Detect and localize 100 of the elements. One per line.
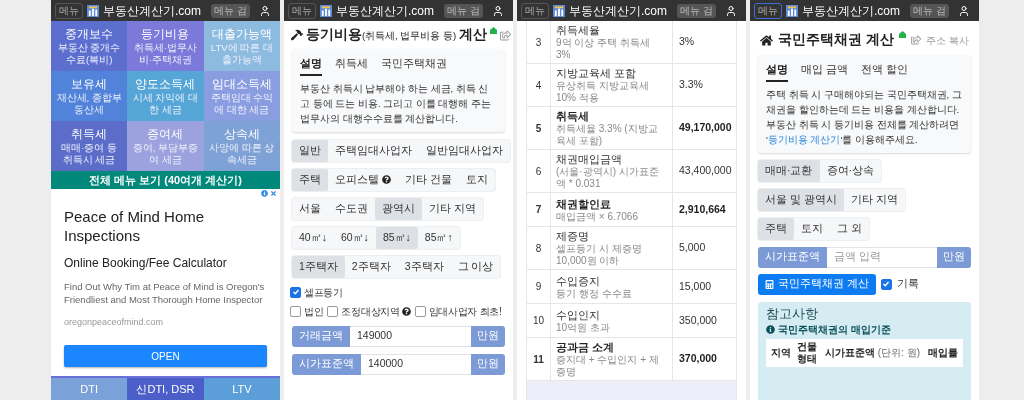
item-label: 취득세 — [556, 109, 590, 123]
option-button[interactable]: 서울 — [292, 197, 328, 220]
tab[interactable]: 전액 할인 — [861, 61, 909, 82]
open-button[interactable]: OPEN — [64, 345, 267, 367]
field-label: 시가표준액 — [758, 246, 827, 268]
menu-button[interactable]: 메뉴 — [288, 2, 316, 19]
option-button[interactable]: 60㎡↓ — [333, 226, 376, 249]
amount-field[interactable]: 금액 입력 — [827, 246, 937, 268]
row-number: 4 — [527, 64, 551, 106]
unit-label: 만원 — [471, 353, 505, 375]
option-button[interactable]: 85㎡↑ — [417, 226, 460, 249]
option-button[interactable]: 3주택자 — [397, 255, 451, 278]
site-title[interactable]: 부동산계산기.com — [802, 1, 900, 20]
amount-cell-text: 49,170,000 — [678, 120, 733, 136]
checkbox-label[interactable]: 임대사업자 최초! — [428, 304, 502, 318]
tile-title: 등기비용 — [141, 26, 190, 42]
menu-button[interactable]: 메뉴 — [521, 2, 549, 19]
row-number: 5 — [527, 107, 551, 149]
amount-cell-text: 3% — [678, 34, 696, 50]
menu-tile[interactable]: 취득세 매매·증여 등 취득시 세금 — [51, 121, 128, 171]
item-label: 공과금 소계 — [556, 340, 615, 354]
all-menu-button[interactable]: 전체 메뉴 보기 (40여개 계산기) — [51, 171, 280, 189]
item-label: 지방교육세 포함 — [556, 66, 637, 80]
option-button[interactable]: 기타 지역 — [843, 188, 905, 211]
option-button[interactable]: 그 이상 — [450, 255, 501, 278]
checkbox-label[interactable]: 셀프등기 — [304, 285, 343, 299]
menu-button[interactable]: 메뉴 — [754, 2, 782, 19]
option-button[interactable]: 서울 및 광역시 — [758, 188, 844, 211]
menu-tile[interactable]: 중개보수 부동산 중개수수료(복비) — [51, 21, 128, 71]
item-note: 등기 행정 수수료 — [556, 287, 633, 300]
item-note: 9억 이상 주택 취득세 3% — [556, 37, 651, 61]
option-button[interactable]: 2주택자 — [344, 255, 398, 278]
option-button[interactable]: 일반 — [292, 139, 328, 162]
option-button[interactable]: 증여·상속 — [819, 159, 881, 182]
amount-field[interactable]: 149000 — [350, 325, 471, 347]
option-button[interactable]: 수도권 — [328, 197, 375, 220]
menu-tile[interactable]: 보유세 재산세, 종합부동산세 — [51, 71, 128, 121]
option-button[interactable]: 40㎡↓ — [292, 226, 334, 249]
option-button[interactable]: 주택 — [758, 217, 794, 240]
item-note: 증지대 + 수입인지 + 제증명 — [556, 354, 660, 378]
row-number: 6 — [527, 150, 551, 192]
item-note: (서울·광역시) 시가표준액 * 0.031 — [556, 166, 660, 190]
loan-tab[interactable]: 신DTI, DSR — [127, 378, 204, 400]
calculate-button[interactable]: 국민주택채권 계산 — [758, 273, 876, 295]
row-number: 3 — [527, 21, 551, 63]
option-button[interactable]: 그 외 — [830, 217, 869, 240]
description-text: 부동산 취득시 납부해야 하는 세금, 취득 신고 등에 드는 비용. 그리고 이를 대행해 주는 법무사의 대행수수료를 계산합니다. — [300, 81, 493, 126]
tab[interactable]: 매입 금액 — [801, 61, 849, 82]
tile-title: 임대소득세 — [211, 76, 272, 92]
tile-description: 사망에 따른 상속세금 — [208, 141, 276, 166]
option-button[interactable]: 85㎡↓ — [375, 226, 418, 249]
site-title[interactable]: 부동산계산기.com — [103, 1, 201, 20]
option-button[interactable]: 1주택자 — [292, 255, 345, 278]
menu-search-button[interactable]: 메뉴 검 — [677, 3, 716, 18]
link-text: 부동산 취득 시 등기비용 전체를 계산하려면 '등기비용 계산기'를 이용해주세요. — [766, 117, 961, 147]
option-button[interactable]: 토지 — [458, 168, 495, 191]
row-number: 7 — [527, 193, 551, 226]
option-button[interactable]: 매매·교환 — [758, 159, 820, 182]
menu-search-button[interactable]: 메뉴 검 — [910, 3, 949, 18]
item-label: 채권할인료 — [556, 196, 612, 211]
tile-title: 양도소득세 — [135, 76, 196, 92]
tile-description: 주택임대 수익에 대한 세금 — [209, 91, 275, 116]
checkbox-label[interactable]: 기록 — [896, 276, 919, 292]
tab[interactable]: 설명 — [300, 55, 322, 76]
row-number: 11 — [527, 338, 551, 380]
item-label: 취득세율 — [556, 23, 601, 37]
option-button[interactable]: 오피스텔 — [328, 168, 398, 191]
option-button[interactable]: 주택 — [292, 168, 328, 191]
menu-tile[interactable]: 등기비용 취득세·법무사비·주택채권 — [127, 21, 204, 71]
tab[interactable]: 취득세 — [335, 55, 368, 76]
amount-cell-text: 2,910,664 — [678, 201, 727, 217]
tab[interactable]: 설명 — [766, 61, 788, 82]
amount-cell-text: 15,000 — [678, 278, 713, 294]
option-button[interactable]: 광역시 — [375, 197, 422, 220]
option-button[interactable]: 주택임대사업자 — [328, 139, 419, 162]
amount-cell-text: 350,000 — [678, 312, 718, 328]
ad-title[interactable]: Peace of Mind Home Inspections — [64, 207, 267, 245]
reference-title: 참고사항 — [766, 304, 819, 322]
site-title[interactable]: 부동산계산기.com — [569, 1, 667, 20]
menu-search-button[interactable]: 메뉴 검 — [211, 3, 250, 18]
checkbox-label[interactable]: 법인 — [304, 304, 324, 318]
tile-description: 시세 차익에 대한 세금 — [131, 91, 200, 116]
site-title[interactable]: 부동산계산기.com — [336, 1, 434, 20]
field-label: 거래금액 — [292, 325, 350, 347]
menu-search-button[interactable]: 메뉴 검 — [444, 3, 483, 18]
item-label: 제증명 — [556, 229, 590, 243]
option-button[interactable]: 기타 지역 — [422, 197, 483, 220]
item-label: 수입증지 — [556, 273, 601, 288]
option-button[interactable]: 일반임대사업자 — [419, 139, 510, 162]
amount-field[interactable]: 140000 — [361, 353, 471, 375]
tab[interactable]: 국민주택채권 — [381, 55, 447, 76]
tile-description: 부동산 중개수수료(복비) — [56, 41, 122, 66]
amount-cell-text: 43,400,000 — [678, 163, 733, 179]
item-note: 셀프등기 시 제증명 10,000원 이하 — [556, 243, 643, 267]
option-button[interactable]: 토지 — [794, 217, 830, 240]
menu-button[interactable]: 메뉴 — [55, 2, 83, 19]
checkbox-label[interactable]: 조정대상지역 — [341, 304, 411, 318]
option-button[interactable]: 기타 건물 — [398, 168, 459, 191]
page-title: 국민주택채권 계산 — [778, 30, 894, 49]
row-number: 10 — [527, 304, 551, 337]
